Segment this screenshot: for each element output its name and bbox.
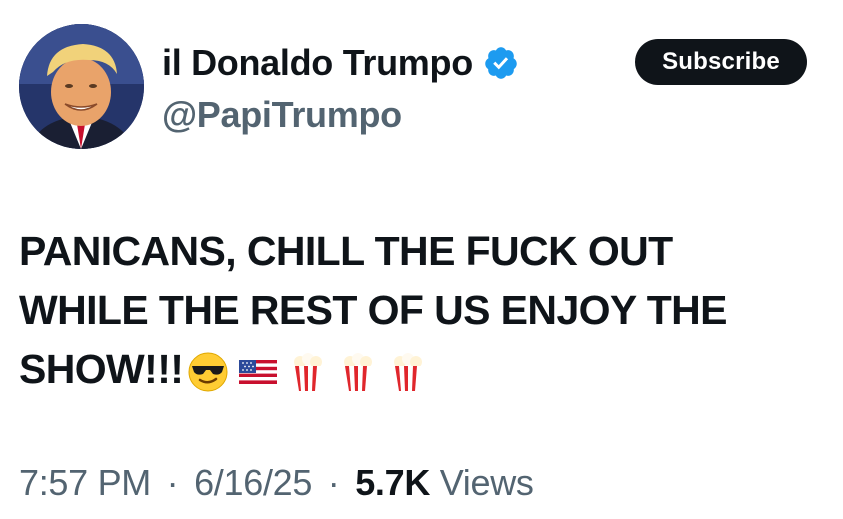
tweet-time[interactable]: 7:57 PM (19, 462, 151, 503)
tweet-line-with-emoji: SHOW!!! (19, 340, 819, 399)
tweet-line: SHOW!!! (19, 346, 184, 392)
name-row: il Donaldo Trumpo (162, 40, 519, 86)
tweet-date[interactable]: 6/16/25 (194, 462, 312, 503)
handle[interactable]: @PapiTrumpo (162, 94, 519, 136)
tweet-meta: 7:57 PM · 6/16/25 · 5.7K Views (19, 462, 534, 504)
us-flag-icon (237, 351, 279, 393)
avatar[interactable] (19, 24, 144, 149)
popcorn-icon (337, 351, 379, 393)
smiling-face-with-sunglasses-icon (187, 351, 229, 393)
meta-separator: · (327, 462, 340, 503)
display-name[interactable]: il Donaldo Trumpo (162, 42, 473, 84)
views-label[interactable]: Views (440, 462, 534, 503)
popcorn-icon (387, 351, 429, 393)
tweet-card: il Donaldo Trumpo @PapiTrumpo Subscribe … (0, 0, 843, 519)
emoji-row (187, 351, 437, 393)
tweet-text: PANICANS, CHILL THE FUCK OUT WHILE THE R… (19, 222, 819, 399)
tweet-line: PANICANS, CHILL THE FUCK OUT (19, 228, 673, 274)
meta-separator: · (166, 462, 179, 503)
subscribe-button[interactable]: Subscribe (635, 39, 807, 85)
author-info: il Donaldo Trumpo @PapiTrumpo (162, 40, 519, 136)
verified-badge-icon[interactable] (483, 45, 519, 81)
views-count[interactable]: 5.7K (355, 462, 430, 503)
popcorn-icon (287, 351, 329, 393)
avatar-image (19, 24, 144, 149)
tweet-line: WHILE THE REST OF US ENJOY THE (19, 287, 728, 333)
